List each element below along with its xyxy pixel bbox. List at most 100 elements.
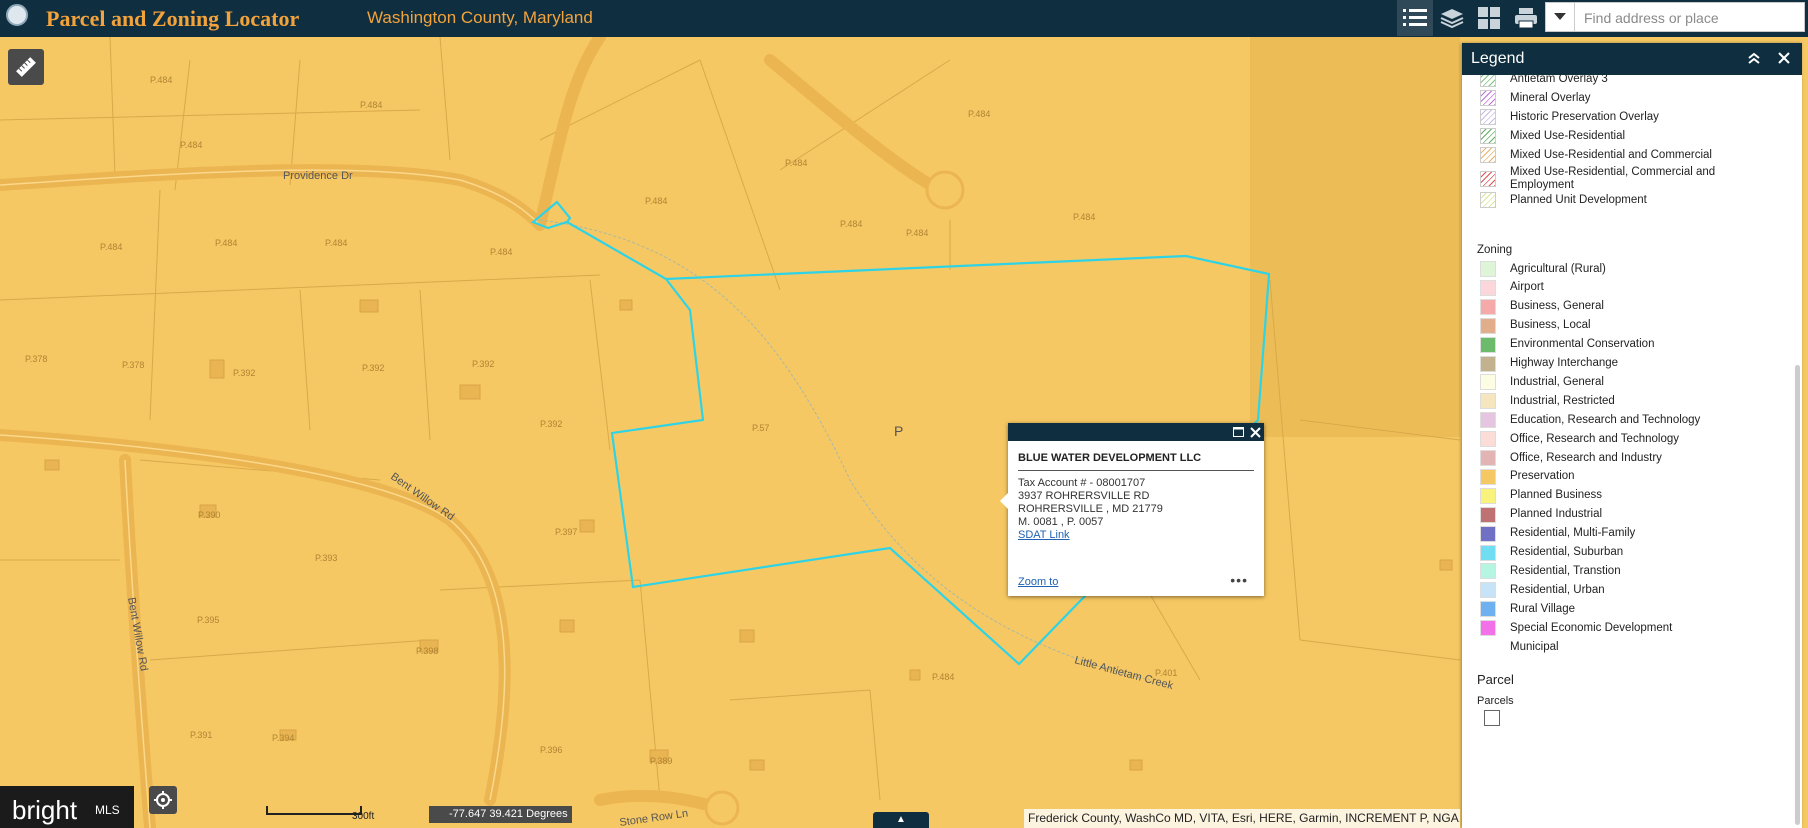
legend-item: Historic Preservation Overlay [1480, 109, 1740, 125]
legend-item-label: Business, General [1510, 300, 1604, 313]
legend-item: Residential, Urban [1480, 582, 1605, 599]
legend-swatch [1480, 468, 1496, 485]
sdat-link[interactable]: SDAT Link [1018, 529, 1070, 541]
legend-swatch [1480, 525, 1496, 542]
legend-item-label: Special Economic Development [1510, 621, 1673, 634]
basemap-gallery-button[interactable] [1471, 0, 1507, 36]
zoom-to-link[interactable]: Zoom to [1018, 576, 1058, 588]
legend-swatch [1480, 431, 1496, 448]
parcel-tag: P.401 [1155, 668, 1177, 678]
ruler-icon [16, 57, 36, 77]
maximize-icon[interactable] [1230, 424, 1246, 440]
print-icon [1515, 8, 1537, 29]
legend-swatch [1480, 317, 1496, 334]
legend-swatch [1480, 90, 1496, 106]
parcels-checkbox[interactable] [1484, 710, 1500, 726]
legend-swatch [1480, 75, 1496, 87]
legend-item-label: Rural Village [1510, 602, 1575, 615]
more-options-icon[interactable]: ••• [1230, 572, 1248, 588]
legend-scrollbar[interactable] [1795, 365, 1800, 825]
close-icon[interactable] [1247, 424, 1263, 440]
collapse-icon[interactable] [1747, 51, 1761, 68]
popup-header [1008, 423, 1264, 441]
legend-item-label: Office, Research and Technology [1510, 432, 1679, 445]
search-source-dropdown[interactable] [1546, 3, 1575, 31]
legend-item: Preservation [1480, 468, 1575, 485]
parcel-tag: P.484 [360, 100, 382, 110]
legend-item: Residential, Transtion [1480, 563, 1621, 580]
print-button[interactable] [1508, 0, 1544, 36]
legend-item-label: Industrial, Restricted [1510, 394, 1615, 407]
parcel-tag: P.390 [198, 510, 220, 520]
parcel-center-label: P [894, 423, 904, 439]
legend-swatch [1480, 544, 1496, 561]
legend-item-label: Industrial, General [1510, 375, 1604, 388]
scale-label: 300ft [352, 811, 375, 822]
legend-item: Municipal [1480, 639, 1559, 655]
map-parcel-ref: M. 0081 , P. 0057 [1018, 516, 1104, 528]
legend-swatch [1480, 601, 1496, 618]
legend-item: Agricultural (Rural) [1480, 261, 1606, 277]
chevron-down-icon [1554, 13, 1566, 20]
legend-item: Mixed Use-Residential [1480, 128, 1740, 144]
close-icon[interactable] [1778, 51, 1790, 67]
parcel-tag: P.395 [197, 615, 219, 625]
list-icon [1403, 9, 1427, 26]
app-title: Parcel and Zoning Locator [46, 6, 300, 31]
legend-item: Planned Unit Development [1480, 192, 1740, 208]
legend-swatch [1480, 171, 1496, 187]
legend-item-label: Airport [1510, 281, 1544, 294]
legend-swatch [1480, 639, 1496, 655]
legend-panel: Legend Antietam Overlay 3 Mineral Overlay… [1462, 43, 1802, 828]
tax-account: Tax Account # - 08001707 [1018, 477, 1146, 489]
expand-panel-button[interactable]: ▲ [873, 812, 929, 828]
parcel-tag: P.484 [325, 238, 347, 248]
search-input[interactable] [1582, 6, 1791, 30]
popup-pointer [1000, 493, 1008, 509]
parcel-tag: P.391 [190, 730, 212, 740]
parcel-tag: P.484 [150, 75, 172, 85]
parcel-tag: P.389 [650, 756, 672, 766]
legend-body[interactable]: Antietam Overlay 3 Mineral Overlay Histori… [1462, 75, 1802, 828]
parcel-tag: P.397 [555, 527, 577, 537]
parcel-tag: P.394 [272, 733, 294, 743]
legend-swatch [1480, 620, 1496, 637]
legend-item-label: Education, Research and Technology [1510, 413, 1701, 426]
layers-button[interactable] [1434, 0, 1470, 36]
legend-swatch [1480, 279, 1496, 296]
parcel-tag: P.484 [968, 109, 990, 119]
legend-item-label: Planned Industrial [1510, 508, 1603, 521]
measure-button[interactable] [8, 49, 44, 85]
legend-swatch [1480, 412, 1496, 429]
popup-title: BLUE WATER DEVELOPMENT LLC [1018, 452, 1202, 464]
legend-item: Highway Interchange [1480, 355, 1618, 372]
parcel-tag: P.392 [540, 419, 562, 429]
parcel-tag: P.392 [472, 359, 494, 369]
parcel-tag: P.57 [752, 423, 769, 433]
legend-item-label: Residential, Multi-Family [1510, 527, 1636, 540]
legend-item-label: Mixed Use-Residential [1510, 129, 1626, 142]
locate-icon [154, 791, 172, 809]
parcel-tag: P.484 [645, 196, 667, 206]
legend-item-label: Mixed Use-Residential, Commercial and Em… [1510, 166, 1716, 191]
legend-toggle-button[interactable] [1397, 0, 1433, 36]
legend-swatch [1480, 450, 1496, 466]
legend-item: Antietam Overlay 3 [1480, 75, 1740, 87]
legend-swatch [1480, 261, 1496, 277]
legend-item: Mineral Overlay [1480, 90, 1740, 106]
legend-item: Mixed Use-Residential, Commercial and Em… [1480, 166, 1740, 192]
parcel-tag: P.484 [490, 247, 512, 257]
parcel-tag: P.398 [416, 646, 438, 656]
legend-swatch [1480, 582, 1496, 599]
legend-item-label: Planned Business [1510, 489, 1603, 502]
legend-item-label: Residential, Transtion [1510, 564, 1621, 577]
legend-title: Legend [1471, 50, 1525, 67]
legend-item: Planned Industrial [1480, 506, 1603, 523]
locate-button[interactable] [149, 786, 177, 814]
map-attribution: Frederick County, WashCo MD, VITA, Esri,… [1024, 809, 1460, 828]
legend-item-label: Office, Research and Industry [1510, 451, 1662, 464]
legend-header: Legend [1462, 43, 1802, 75]
legend-swatch [1480, 147, 1496, 163]
coordinate-readout[interactable]: -77.647 39.421 Degrees [429, 806, 572, 823]
legend-item: Mixed Use-Residential and Commercial [1480, 147, 1740, 163]
